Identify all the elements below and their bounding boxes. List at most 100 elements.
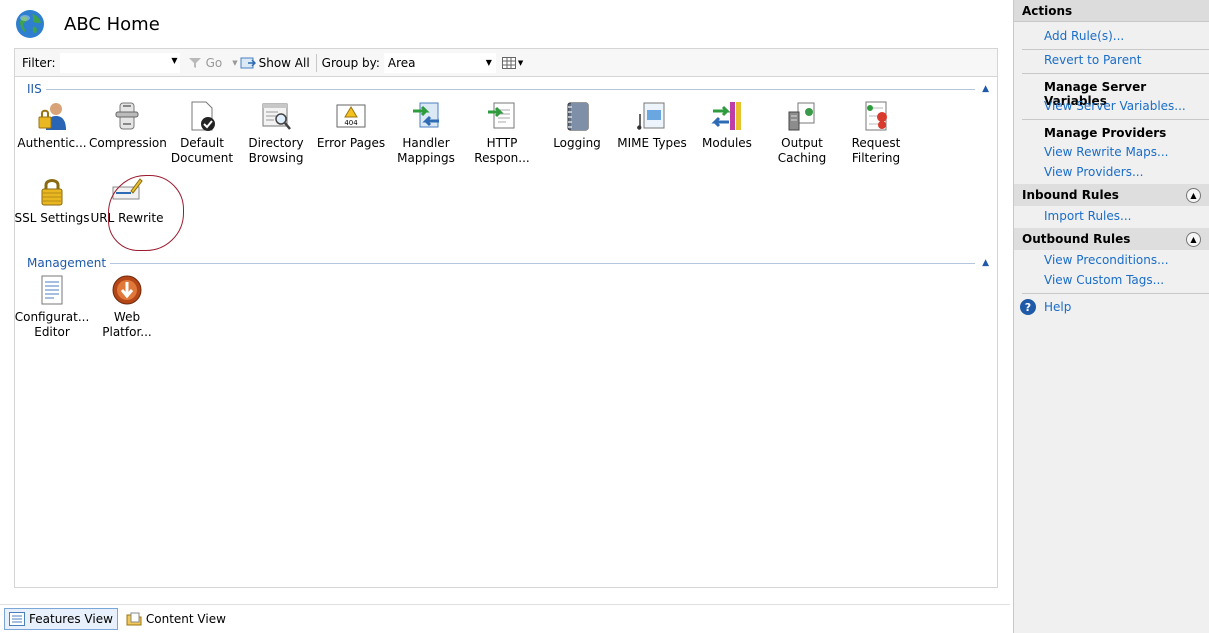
inbound-rules-label: Inbound Rules — [1022, 188, 1119, 202]
directory-browsing-icon — [262, 103, 291, 130]
configuration-editor-icon — [41, 275, 63, 305]
view-mode-button[interactable]: ▼ — [501, 56, 523, 69]
default-document-icon — [191, 101, 215, 131]
feature-request-filtering[interactable]: Request Filtering — [838, 100, 914, 166]
view-custom-tags-link[interactable]: View Custom Tags... — [1014, 270, 1209, 290]
feature-authentication[interactable]: Authentic... — [14, 100, 90, 151]
view-tabs: Features View Content View — [0, 604, 1010, 633]
view-preconditions-link[interactable]: View Preconditions... — [1014, 250, 1209, 270]
actions-divider — [1022, 119, 1209, 120]
view-server-variables-link[interactable]: View Server Variables... — [1014, 96, 1209, 116]
funnel-icon — [188, 57, 201, 68]
view-grid-icon — [501, 56, 516, 69]
feature-label: Compression — [89, 136, 167, 150]
group-name-management: Management — [27, 256, 107, 270]
ssl-settings-icon — [41, 179, 63, 206]
chevron-down-icon: ▼ — [485, 58, 492, 67]
collapse-icon[interactable]: ▲ — [975, 258, 989, 268]
manage-providers-heading: Manage Providers — [1044, 126, 1167, 140]
feature-label: HTTP Respon... — [474, 136, 530, 165]
feature-web-platform[interactable]: Web Platfor... — [89, 274, 165, 340]
view-rewrite-maps-link[interactable]: View Rewrite Maps... — [1014, 142, 1209, 162]
feature-ssl-settings[interactable]: SSL Settings — [14, 175, 90, 226]
feature-label: Default Document — [170, 136, 234, 165]
feature-http-response[interactable]: HTTP Respon... — [464, 100, 540, 166]
collapse-icon[interactable]: ▲ — [1186, 187, 1201, 203]
help-link[interactable]: ? Help — [1014, 294, 1209, 316]
feature-configuration-editor[interactable]: Configurat... Editor — [14, 274, 90, 340]
feature-label: Error Pages — [316, 136, 386, 150]
globe-icon — [16, 10, 44, 38]
feature-default-document[interactable]: Default Document — [164, 100, 240, 166]
request-filtering-icon — [865, 101, 887, 131]
main-area: ABC Home Filter: ▼ Go ▼ Show All Group b… — [0, 0, 1010, 633]
feature-logging[interactable]: Logging — [539, 100, 615, 151]
filter-input[interactable]: ▼ — [59, 52, 180, 73]
feature-label: Configurat... Editor — [14, 310, 90, 339]
group-divider — [45, 88, 975, 90]
content-view-icon — [126, 612, 142, 626]
feature-output-caching[interactable]: Output Caching — [764, 100, 840, 166]
add-rules-link[interactable]: Add Rule(s)... — [1014, 26, 1209, 46]
manage-server-variables-heading: Manage Server Variables — [1044, 80, 1147, 108]
group-by-select[interactable]: Area ▼ — [383, 52, 496, 73]
handler-mappings-icon — [413, 102, 439, 128]
feature-mime-types[interactable]: MIME Types — [614, 100, 690, 151]
actions-pane: Actions Add Rule(s)... Revert to Parent … — [1013, 0, 1209, 633]
filter-dropdown-arrow-icon[interactable]: ▼ — [171, 56, 177, 65]
feature-handler-mappings[interactable]: Handler Mappings — [388, 100, 464, 166]
feature-label: URL Rewrite — [90, 211, 164, 225]
feature-url-rewrite[interactable]: URL Rewrite — [89, 175, 165, 226]
feature-label: Authentic... — [17, 136, 87, 150]
page-title: ABC Home — [64, 13, 160, 35]
feature-label: Handler Mappings — [397, 136, 455, 165]
features-view-icon — [9, 612, 25, 626]
import-rules-link[interactable]: Import Rules... — [1014, 206, 1209, 226]
view-providers-link[interactable]: View Providers... — [1014, 162, 1209, 182]
feature-modules[interactable]: Modules — [689, 100, 765, 151]
collapse-icon[interactable]: ▲ — [975, 84, 989, 94]
feature-label: Output Caching — [777, 136, 827, 165]
svg-text:404: 404 — [344, 119, 358, 127]
group-name-iis: IIS — [27, 82, 42, 96]
group-by-label: Group by: — [321, 55, 380, 70]
outbound-rules-label: Outbound Rules — [1022, 232, 1131, 246]
collapse-icon[interactable]: ▲ — [1186, 231, 1201, 247]
authentication-icon — [38, 103, 66, 130]
filter-label: Filter: — [22, 55, 56, 70]
page-header: ABC Home — [14, 8, 160, 40]
help-icon: ? — [1020, 299, 1036, 315]
inbound-rules-section[interactable]: Inbound Rules ▲ — [1014, 184, 1209, 206]
feature-error-pages[interactable]: 404 Error Pages — [313, 100, 389, 151]
show-all-label: Show All — [258, 55, 310, 70]
feature-label: Web Platfor... — [102, 310, 152, 339]
group-header-management[interactable]: Management ▲ — [27, 256, 989, 270]
web-platform-icon — [112, 275, 142, 305]
go-button[interactable]: Go — [188, 55, 223, 70]
toolbar-separator — [315, 53, 317, 72]
group-by-value: Area — [387, 55, 416, 70]
outbound-rules-section[interactable]: Outbound Rules ▲ — [1014, 228, 1209, 250]
logging-icon — [567, 102, 589, 131]
url-rewrite-icon — [112, 178, 143, 200]
tab-content-view[interactable]: Content View — [122, 608, 230, 630]
revert-to-parent-link[interactable]: Revert to Parent — [1014, 50, 1209, 70]
go-dropdown-arrow-icon[interactable]: ▼ — [232, 59, 237, 67]
feature-directory-browsing[interactable]: Directory Browsing — [238, 100, 314, 166]
show-all-button[interactable]: Show All — [240, 56, 310, 70]
tab-features-view[interactable]: Features View — [4, 608, 118, 630]
content-view-label: Content View — [145, 612, 226, 626]
feature-label: MIME Types — [617, 136, 687, 150]
feature-compression[interactable]: Compression — [89, 100, 167, 151]
group-header-iis[interactable]: IIS ▲ — [27, 82, 989, 96]
feature-label: Directory Browsing — [248, 136, 304, 165]
show-all-icon — [240, 57, 256, 68]
http-response-icon — [488, 102, 515, 129]
actions-title: Actions — [1014, 0, 1209, 22]
feature-label: Modules — [702, 136, 752, 150]
compression-icon — [115, 102, 139, 130]
group-divider — [110, 262, 975, 264]
actions-divider — [1022, 73, 1209, 74]
go-label: Go — [205, 55, 223, 70]
output-caching-icon — [788, 102, 815, 131]
